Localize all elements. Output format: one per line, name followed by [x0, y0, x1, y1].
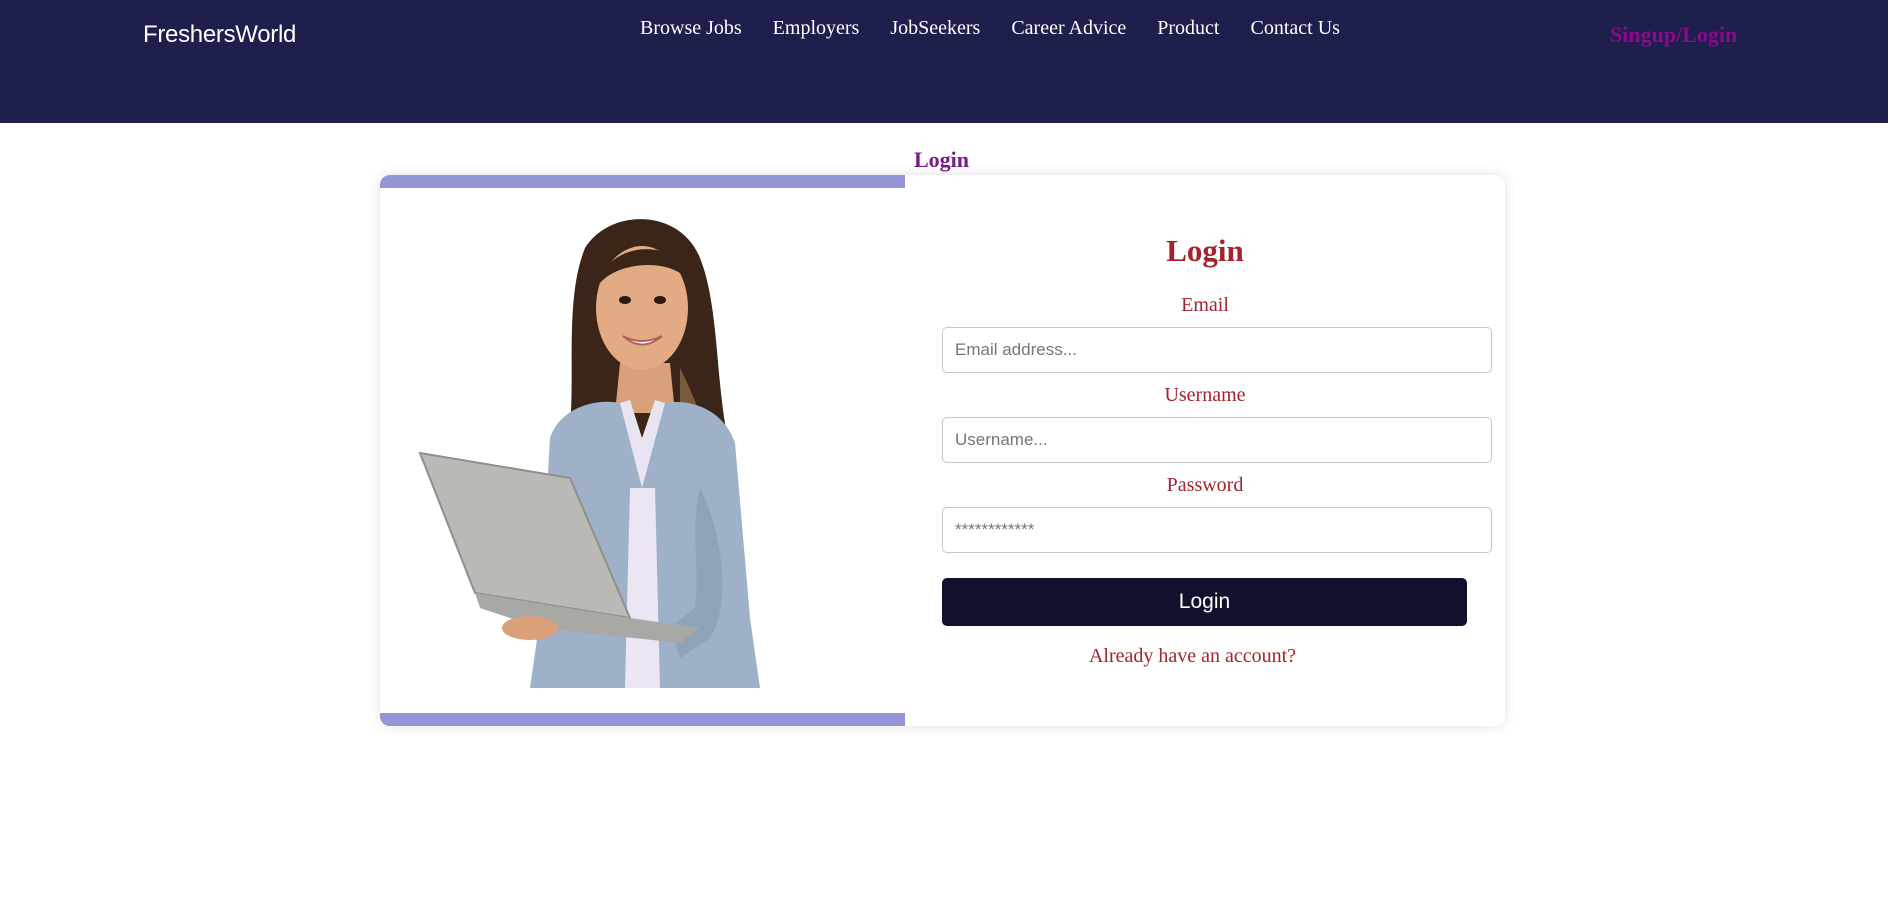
- nav-contact-us[interactable]: Contact Us: [1250, 17, 1339, 40]
- site-logo[interactable]: FreshersWorld: [143, 21, 296, 49]
- main-nav: Browse Jobs Employers JobSeekers Career …: [640, 17, 1340, 40]
- email-label: Email: [1181, 294, 1229, 316]
- nav-jobseekers[interactable]: JobSeekers: [890, 17, 980, 40]
- login-card: Login Email Username Password Login Alre…: [380, 175, 1505, 726]
- image-panel: [380, 175, 905, 726]
- already-have-account-link[interactable]: Already have an account?: [905, 645, 1480, 668]
- nav-career-advice[interactable]: Career Advice: [1011, 17, 1126, 40]
- username-input[interactable]: [942, 417, 1492, 463]
- username-label: Username: [1164, 384, 1246, 406]
- password-input[interactable]: [942, 507, 1492, 553]
- woman-with-laptop-photo: [380, 188, 905, 713]
- password-label: Password: [1166, 474, 1244, 496]
- login-form: Login Email Username Password Login Alre…: [905, 175, 1505, 726]
- nav-employers[interactable]: Employers: [773, 17, 860, 40]
- page-heading: Login: [914, 147, 970, 172]
- login-button[interactable]: Login: [942, 578, 1467, 626]
- email-input[interactable]: [942, 327, 1492, 373]
- nav-product[interactable]: Product: [1157, 17, 1219, 40]
- signup-login-link[interactable]: Singup/Login: [1610, 22, 1737, 48]
- form-title: Login: [1166, 233, 1244, 268]
- top-navbar: FreshersWorld Browse Jobs Employers JobS…: [0, 0, 1888, 123]
- nav-browse-jobs[interactable]: Browse Jobs: [640, 17, 742, 40]
